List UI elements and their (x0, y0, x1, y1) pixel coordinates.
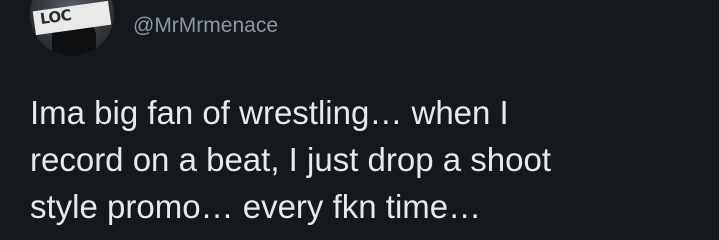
tweet-text-line: Ima big fan of wrestling… when I (30, 94, 509, 131)
user-handle[interactable]: @MrMrmenace (133, 13, 278, 39)
tweet-card: LOC @MrMrmenace Ima big fan of wrestling… (0, 0, 719, 240)
tweet-text-line: style promo… every fkn time… (30, 188, 482, 225)
avatar[interactable]: LOC (30, 0, 114, 56)
tweet-text-line: record on a beat, I just drop a shoot (30, 141, 551, 178)
tweet-text: Ima big fan of wrestling… when I record … (30, 89, 710, 230)
